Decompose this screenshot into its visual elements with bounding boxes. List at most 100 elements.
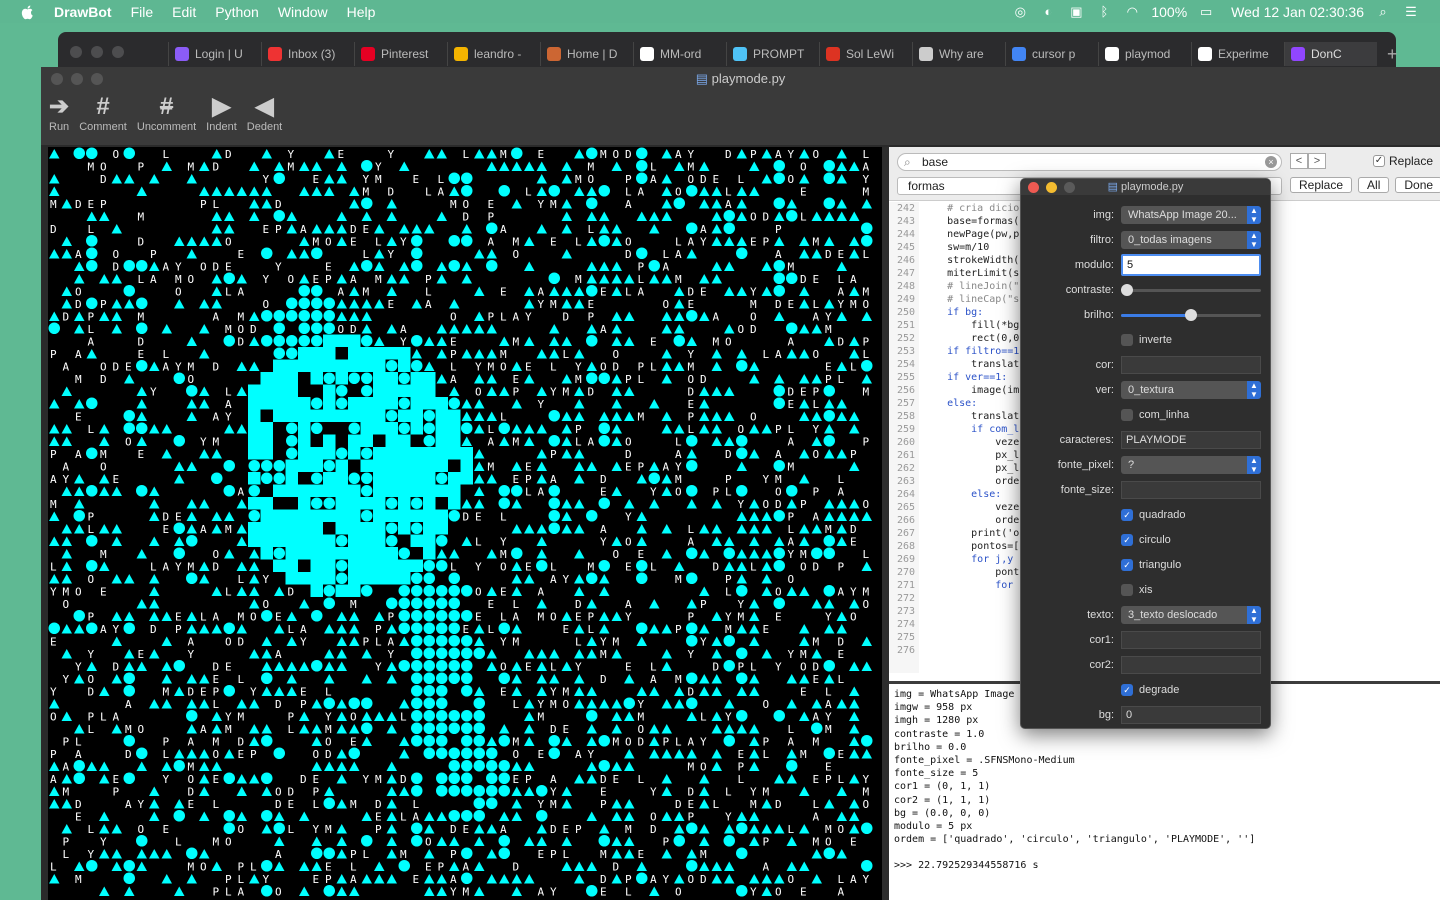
slider-knob[interactable]	[1185, 309, 1197, 321]
code-line[interactable]: if ver==1:	[923, 371, 1019, 384]
replace-toggle[interactable]: ✓ Replace	[1373, 154, 1433, 168]
menu-edit[interactable]: Edit	[172, 4, 196, 20]
new-tab-button[interactable]: +	[1387, 44, 1398, 65]
menu-help[interactable]: Help	[347, 4, 376, 20]
checkbox-box[interactable]: ✓	[1121, 534, 1133, 546]
code-line[interactable]: if bg:	[923, 306, 1019, 319]
browser-tab[interactable]: Login | U	[168, 42, 261, 66]
circulo-checkbox[interactable]: ✓ circulo	[1121, 531, 1261, 549]
checkbox-box[interactable]	[1121, 409, 1133, 421]
search-field[interactable]: ⌕ base ×	[897, 153, 1282, 171]
browser-tab[interactable]: Inbox (3)	[261, 42, 354, 66]
dedent-button[interactable]: ◀ Dedent	[247, 93, 282, 133]
checkbox-box[interactable]: ✓	[1121, 684, 1133, 696]
browser-tab[interactable]: DonC	[1284, 42, 1377, 66]
code-line[interactable]: # lineCap("s	[923, 293, 1019, 306]
fonte-pixel-select[interactable]: ? ▲ ▼	[1121, 456, 1261, 474]
contraste-slider[interactable]	[1121, 281, 1261, 299]
browser-tab[interactable]: Experime	[1191, 42, 1284, 66]
run-button[interactable]: ➔ Run	[49, 93, 69, 133]
menu-extra-icon[interactable]: ▣	[1067, 4, 1085, 20]
fonte-size-field[interactable]	[1121, 481, 1261, 499]
xis-checkbox[interactable]: xis	[1121, 581, 1261, 599]
code-line[interactable]: # cria dicio	[923, 202, 1019, 215]
panel-close-button[interactable]	[1028, 182, 1039, 193]
spotlight-icon[interactable]: ⌕	[1374, 4, 1392, 20]
code-line[interactable]: px_l	[923, 462, 1019, 475]
cor2-field[interactable]	[1121, 656, 1261, 674]
browser-tab[interactable]: Sol LeWi	[819, 42, 912, 66]
code-lines[interactable]: # cria dicio base=formas( newPage(pw,p s…	[923, 202, 1019, 592]
code-line[interactable]: newPage(pw,p	[923, 228, 1019, 241]
drawing-canvas[interactable]: OLDYEYLMEMODAYDPAYOLMOPMDMYMLMOADYEYMELM…	[48, 147, 882, 900]
browser-tab[interactable]: PROMPT	[726, 42, 819, 66]
code-line[interactable]: pont	[923, 566, 1019, 579]
browser-tab[interactable]: Pinterest	[354, 42, 447, 66]
panel-minimize-button[interactable]	[1046, 182, 1057, 193]
split-divider[interactable]	[882, 147, 889, 900]
uncomment-button[interactable]: # Uncomment	[137, 93, 196, 133]
degrade-checkbox[interactable]: ✓ degrade	[1121, 681, 1261, 699]
browser-tab[interactable]: Home | D	[540, 42, 633, 66]
img-select[interactable]: WhatsApp Image 20... ▲ ▼	[1121, 206, 1261, 224]
quadrado-checkbox[interactable]: ✓ quadrado	[1121, 506, 1261, 524]
code-line[interactable]: pontos=[	[923, 540, 1019, 553]
ver-select[interactable]: 0_textura ▲ ▼	[1121, 381, 1261, 399]
comment-button[interactable]: # Comment	[79, 93, 127, 133]
code-line[interactable]: image(im	[923, 384, 1019, 397]
menu-window[interactable]: Window	[278, 4, 328, 20]
brilho-slider[interactable]	[1121, 306, 1261, 324]
code-line[interactable]: for	[923, 579, 1019, 592]
code-line[interactable]: orde	[923, 514, 1019, 527]
browser-tab[interactable]: playmod	[1098, 42, 1191, 66]
bg-field[interactable]: 0	[1121, 706, 1261, 724]
creative-cloud-icon[interactable]: ◎	[1011, 4, 1029, 20]
code-line[interactable]: if com_l	[923, 423, 1019, 436]
caracteres-field[interactable]: PLAYMODE	[1121, 431, 1261, 449]
code-line[interactable]: orde	[923, 475, 1019, 488]
dark-mode-icon[interactable]: ◐	[1039, 4, 1057, 20]
menu-app-name[interactable]: DrawBot	[54, 4, 112, 20]
clear-search-icon[interactable]: ×	[1265, 156, 1277, 168]
browser-tab[interactable]: cursor p	[1005, 42, 1098, 66]
filtro-select[interactable]: 0_todas imagens ▲ ▼	[1121, 231, 1261, 249]
replace-all-button[interactable]: All	[1358, 177, 1390, 193]
clock[interactable]: Wed 12 Jan 02:30:36	[1231, 4, 1364, 20]
browser-tab[interactable]: MM-ord	[633, 42, 726, 66]
done-button[interactable]: Done	[1395, 177, 1440, 193]
com-linha-checkbox[interactable]: com_linha	[1121, 406, 1261, 424]
browser-tab[interactable]: leandro -	[447, 42, 540, 66]
code-line[interactable]: translat	[923, 410, 1019, 423]
checkbox-box[interactable]	[1121, 584, 1133, 596]
replace-checkbox[interactable]: ✓	[1373, 155, 1385, 167]
code-line[interactable]: else:	[923, 488, 1019, 501]
code-line[interactable]: if filtro==1	[923, 345, 1019, 358]
code-line[interactable]: veze	[923, 436, 1019, 449]
checkbox-box[interactable]: ✓	[1121, 509, 1133, 521]
code-line[interactable]: sw=m/10	[923, 241, 1019, 254]
menu-python[interactable]: Python	[215, 4, 259, 20]
code-line[interactable]: # lineJoin("	[923, 280, 1019, 293]
battery-icon[interactable]: ▭	[1197, 4, 1215, 20]
modulo-field[interactable]: 5	[1121, 254, 1261, 276]
indent-button[interactable]: ▶ Indent	[206, 93, 237, 133]
cor-field[interactable]	[1121, 356, 1261, 374]
browser-tab[interactable]: Why are	[912, 42, 1005, 66]
find-previous-button[interactable]: <	[1290, 153, 1308, 169]
code-line[interactable]: strokeWidth(	[923, 254, 1019, 267]
notification-center-icon[interactable]: ☰	[1402, 4, 1420, 20]
panel-zoom-button[interactable]	[1064, 182, 1075, 193]
battery-percent[interactable]: 100%	[1151, 4, 1187, 20]
find-next-button[interactable]: >	[1308, 153, 1326, 169]
checkbox-box[interactable]: ✓	[1121, 559, 1133, 571]
checkbox-box[interactable]	[1121, 334, 1133, 346]
apple-icon[interactable]	[20, 4, 36, 20]
wifi-icon[interactable]: ◠	[1123, 4, 1141, 20]
code-line[interactable]: print('o	[923, 527, 1019, 540]
code-line[interactable]: rect(0,0	[923, 332, 1019, 345]
code-line[interactable]: fill(*bg	[923, 319, 1019, 332]
menu-file[interactable]: File	[131, 4, 154, 20]
inverte-checkbox[interactable]: inverte	[1121, 331, 1261, 349]
code-line[interactable]: translat	[923, 358, 1019, 371]
slider-knob[interactable]	[1121, 284, 1133, 296]
